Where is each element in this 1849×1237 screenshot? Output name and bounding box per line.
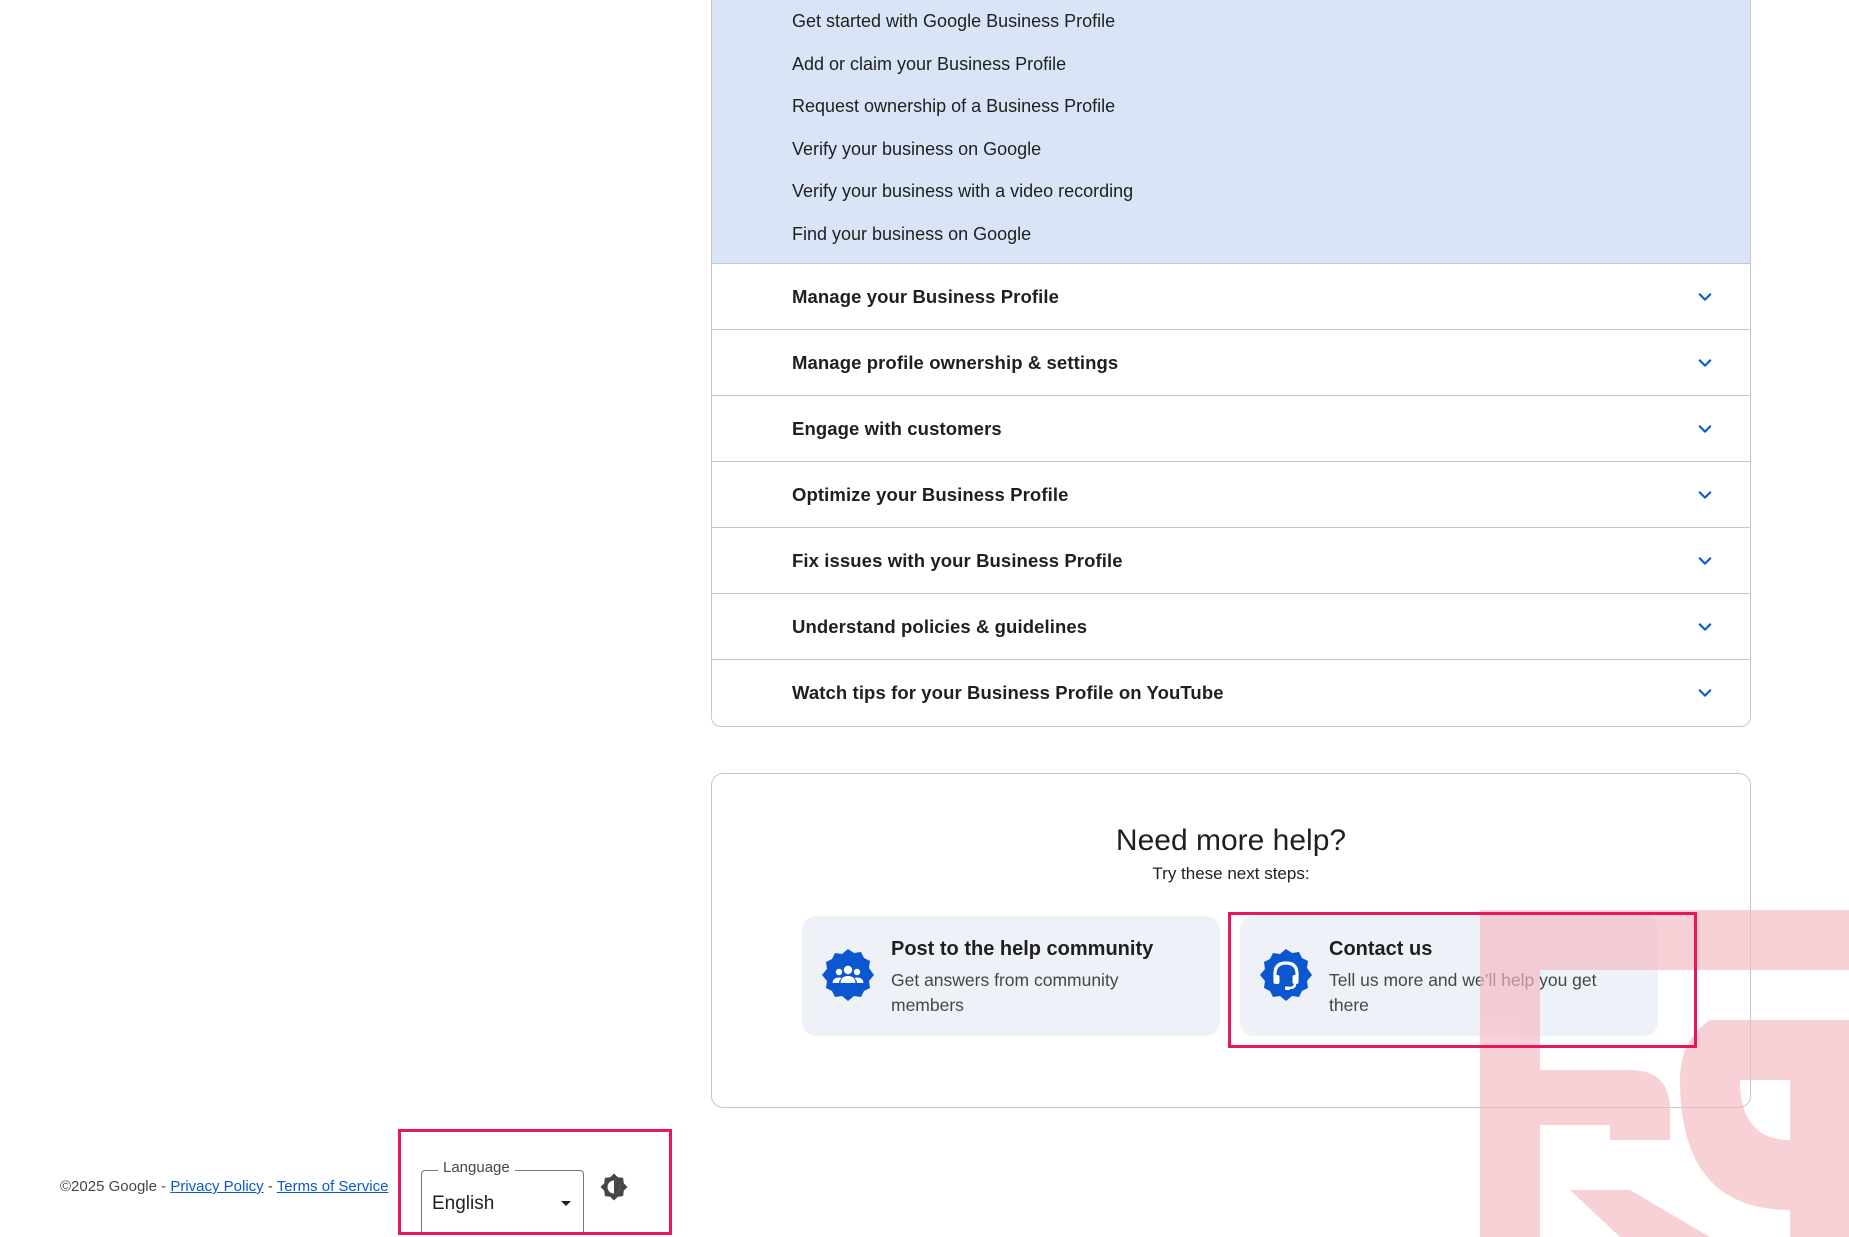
accordion-item-label: Engage with customers bbox=[792, 417, 1002, 439]
people-group-icon bbox=[822, 949, 874, 1001]
chevron-down-icon bbox=[1698, 622, 1712, 631]
option-title: Post to the help community bbox=[891, 938, 1154, 960]
option-description: Tell us more and we’ll help you get ther… bbox=[1329, 970, 1597, 1015]
language-select[interactable]: Language English bbox=[421, 1159, 584, 1232]
chevron-down-icon bbox=[1698, 689, 1712, 697]
brightness-icon[interactable] bbox=[599, 1172, 629, 1202]
accordion-item-policies-guidelines[interactable]: Understand policies & guidelines bbox=[712, 594, 1750, 660]
footer-legal: ©2025 Google - Privacy Policy - Terms of… bbox=[60, 1178, 388, 1195]
privacy-policy-link[interactable]: Privacy Policy bbox=[170, 1178, 263, 1195]
headset-icon bbox=[1260, 949, 1312, 1001]
help-subtitle: Try these next steps: bbox=[1152, 864, 1310, 883]
link-find-business[interactable]: Find your business on Google bbox=[712, 213, 1750, 256]
link-request-ownership[interactable]: Request ownership of a Business Profile bbox=[712, 85, 1750, 128]
chevron-down-icon bbox=[1698, 556, 1712, 565]
expanded-section-links: Get started with Google Business Profile… bbox=[712, 0, 1750, 264]
separator: - bbox=[263, 1178, 277, 1195]
help-topics-accordion: Get started with Google Business Profile… bbox=[711, 0, 1751, 727]
accordion-item-ownership-settings[interactable]: Manage profile ownership & settings bbox=[712, 330, 1750, 396]
need-more-help-card: Need more help? Try these next steps: Po… bbox=[711, 773, 1751, 1108]
link-add-or-claim[interactable]: Add or claim your Business Profile bbox=[712, 43, 1750, 86]
link-verify-business[interactable]: Verify your business on Google bbox=[712, 128, 1750, 171]
accordion-item-manage-profile[interactable]: Manage your Business Profile bbox=[712, 264, 1750, 330]
accordion-item-label: Understand policies & guidelines bbox=[792, 615, 1088, 637]
link-get-started[interactable]: Get started with Google Business Profile bbox=[712, 0, 1750, 43]
help-title: Need more help? bbox=[1115, 824, 1347, 857]
dropdown-arrow-icon bbox=[561, 1201, 571, 1206]
accordion-item-optimize-profile[interactable]: Optimize your Business Profile bbox=[712, 462, 1750, 528]
accordion-item-youtube-tips[interactable]: Watch tips for your Business Profile on … bbox=[712, 660, 1750, 726]
accordion-item-label: Manage profile ownership & settings bbox=[792, 351, 1119, 373]
accordion-item-engage-customers[interactable]: Engage with customers bbox=[712, 396, 1750, 462]
chevron-down-icon bbox=[1698, 292, 1712, 301]
option-description: Get answers from community members bbox=[891, 970, 1119, 1015]
chevron-down-icon bbox=[1698, 490, 1712, 499]
accordion-item-label: Manage your Business Profile bbox=[792, 285, 1060, 307]
option-title: Contact us bbox=[1329, 938, 1433, 960]
link-verify-video[interactable]: Verify your business with a video record… bbox=[712, 170, 1750, 213]
chevron-down-icon bbox=[1698, 358, 1712, 367]
accordion-item-label: Fix issues with your Business Profile bbox=[792, 549, 1123, 571]
separator: - bbox=[156, 1178, 171, 1195]
chevron-down-icon bbox=[1698, 424, 1712, 433]
accordion-item-label: Watch tips for your Business Profile on … bbox=[792, 682, 1224, 703]
post-to-community-button[interactable]: Post to the help community Get answers f… bbox=[802, 916, 1220, 1036]
accordion-item-label: Optimize your Business Profile bbox=[792, 483, 1069, 505]
language-value: English bbox=[432, 1193, 495, 1214]
contact-us-button[interactable]: Contact us Tell us more and we’ll help y… bbox=[1240, 916, 1658, 1036]
terms-of-service-link[interactable]: Terms of Service bbox=[277, 1178, 389, 1195]
language-label: Language bbox=[438, 1159, 515, 1176]
accordion-item-fix-issues[interactable]: Fix issues with your Business Profile bbox=[712, 528, 1750, 594]
copyright-text: ©2025 Google bbox=[60, 1178, 157, 1195]
